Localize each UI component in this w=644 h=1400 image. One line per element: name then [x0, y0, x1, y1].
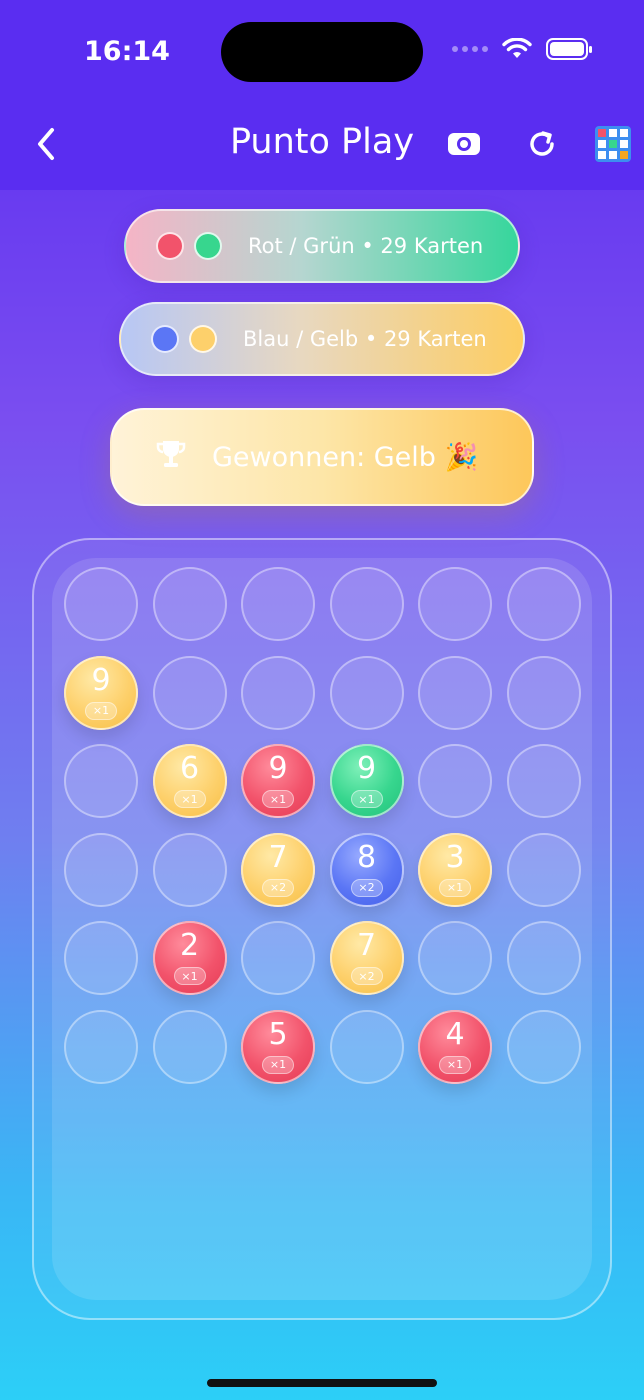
player-label: Blau / Gelb • 29 Karten [243, 327, 487, 351]
board-cell[interactable] [64, 567, 138, 641]
refresh-icon[interactable] [522, 124, 562, 164]
board-cell[interactable] [506, 567, 581, 641]
board [52, 558, 592, 1300]
card-multiplier: ×1 [173, 790, 206, 808]
card-value: 7 [356, 928, 377, 963]
board-cell[interactable] [418, 567, 492, 641]
card-value: 4 [445, 1016, 465, 1052]
card-yellow[interactable]: 7 ×2 [329, 921, 404, 995]
signal-icon [452, 46, 488, 52]
player-red-green: Rot / Grün • 29 Karten [124, 209, 520, 283]
card-yellow[interactable]: 6 ×1 [152, 744, 227, 818]
winner-text: Gewonnen: Gelb 🎉 [212, 442, 479, 473]
board-cell[interactable] [329, 567, 404, 641]
card-yellow[interactable]: 9 ×1 [64, 655, 138, 730]
card-multiplier: ×1 [173, 967, 206, 985]
board-cell[interactable] [329, 1009, 404, 1084]
board-cell[interactable] [506, 921, 581, 995]
board-cell[interactable] [152, 655, 227, 730]
nav-bar: 16:14 Punto Play [0, 0, 644, 190]
dynamic-island [221, 22, 423, 82]
board-cell[interactable] [506, 655, 581, 730]
red-dot-icon [156, 232, 184, 260]
winner-banner: Gewonnen: Gelb 🎉 [110, 408, 534, 506]
card-multiplier: ×2 [262, 878, 294, 897]
board-cell[interactable] [241, 655, 315, 730]
home-indicator [207, 1379, 437, 1387]
board-cell[interactable] [329, 655, 404, 730]
card-value: 8 [356, 839, 377, 875]
battery-icon [546, 38, 592, 60]
card-value: 5 [268, 1016, 288, 1052]
board-cell[interactable] [152, 567, 227, 641]
card-value: 6 [179, 751, 200, 786]
card-multiplier: ×1 [262, 790, 294, 808]
card-value: 9 [91, 662, 111, 698]
status-icons [452, 38, 592, 60]
card-multiplier: ×1 [350, 790, 383, 808]
card-multiplier: ×2 [350, 967, 383, 985]
blue-dot-icon [151, 325, 179, 353]
card-red[interactable]: 9 ×1 [241, 744, 315, 818]
board-cell[interactable] [418, 655, 492, 730]
board-cell[interactable] [152, 832, 227, 907]
board-cell[interactable] [64, 921, 138, 995]
card-value: 9 [356, 751, 377, 786]
player-blue-yellow: Blau / Gelb • 29 Karten [119, 302, 525, 376]
card-multiplier: ×1 [85, 701, 117, 720]
yellow-dot-icon [189, 325, 217, 353]
board-cell[interactable] [64, 744, 138, 818]
board-cell[interactable] [506, 832, 581, 907]
player-label: Rot / Grün • 29 Karten [248, 234, 484, 258]
board-cell[interactable] [418, 921, 492, 995]
card-blue[interactable]: 8 ×2 [329, 832, 404, 907]
board-cell[interactable] [418, 744, 492, 818]
board-cell[interactable] [506, 1009, 581, 1084]
card-value: 3 [445, 839, 465, 875]
grid-board-icon[interactable] [593, 124, 633, 164]
wifi-icon [502, 38, 532, 58]
board-cell[interactable] [152, 1009, 227, 1084]
trophy-icon [154, 437, 188, 478]
board-cell[interactable] [241, 567, 315, 641]
card-multiplier: ×2 [350, 878, 383, 897]
card-value: 9 [268, 751, 288, 786]
card-yellow[interactable]: 7 ×2 [241, 832, 315, 907]
card-red[interactable]: 2 ×1 [152, 921, 227, 995]
board-cell[interactable] [64, 1009, 138, 1084]
card-green[interactable]: 9 ×1 [329, 744, 404, 818]
green-dot-icon [194, 232, 222, 260]
card-red[interactable]: 4 ×1 [418, 1009, 492, 1084]
board-cell[interactable] [64, 832, 138, 907]
camera-flip-icon[interactable] [444, 124, 484, 164]
card-red[interactable]: 5 ×1 [241, 1009, 315, 1084]
card-value: 2 [179, 928, 200, 963]
card-multiplier: ×1 [439, 878, 471, 897]
status-time: 16:14 [84, 36, 170, 67]
card-multiplier: ×1 [439, 1055, 471, 1074]
card-multiplier: ×1 [262, 1055, 294, 1074]
card-value: 7 [268, 839, 288, 875]
board-cell[interactable] [241, 921, 315, 995]
card-yellow[interactable]: 3 ×1 [418, 832, 492, 907]
board-cell[interactable] [506, 744, 581, 818]
